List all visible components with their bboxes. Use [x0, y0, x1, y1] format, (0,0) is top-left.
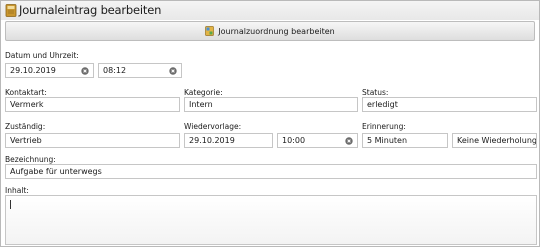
- category-label: Kategorie:: [184, 88, 223, 97]
- journal-assign-icon: [205, 26, 215, 36]
- edit-journal-assignment-label: Journalzuordnung bearbeiten: [218, 26, 335, 36]
- responsible-value: Vertrieb: [10, 136, 42, 145]
- followup-date-field[interactable]: 29.10.2019: [184, 133, 273, 148]
- designation-field[interactable]: Aufgabe für unterwegs: [5, 164, 537, 179]
- toolbar: Journalzuordnung bearbeiten: [5, 21, 535, 41]
- reminder-field[interactable]: 5 Minuten: [362, 133, 448, 148]
- title-bar: Journaleintrag bearbeiten: [1, 1, 539, 20]
- text-caret: [10, 200, 11, 209]
- date-value: 29.10.2019: [10, 66, 56, 75]
- content-textarea[interactable]: [5, 195, 537, 245]
- designation-value: Aufgabe für unterwegs: [10, 167, 102, 176]
- contact-type-value: Vermerk: [10, 100, 44, 109]
- clear-icon[interactable]: [169, 67, 177, 75]
- status-field[interactable]: erledigt: [362, 97, 537, 112]
- repeat-value: Keine Wiederholung: [457, 136, 537, 145]
- datetime-label: Datum und Uhrzeit:: [5, 51, 79, 60]
- designation-label: Bezeichnung:: [5, 155, 56, 164]
- time-field[interactable]: 08:12: [98, 63, 182, 78]
- followup-date-value: 29.10.2019: [189, 136, 235, 145]
- responsible-label: Zuständig:: [5, 122, 46, 131]
- time-value: 08:12: [103, 66, 127, 75]
- responsible-field[interactable]: Vertrieb: [5, 133, 180, 148]
- date-field[interactable]: 29.10.2019: [5, 63, 94, 78]
- clear-icon[interactable]: [81, 67, 89, 75]
- window-title: Journaleintrag bearbeiten: [19, 3, 162, 17]
- contact-type-field[interactable]: Vermerk: [5, 97, 180, 112]
- journal-book-icon: [5, 4, 17, 17]
- reminder-label: Erinnerung:: [362, 122, 406, 131]
- followup-time-value: 10:00: [282, 136, 306, 145]
- content-label: Inhalt:: [5, 186, 29, 195]
- contact-type-label: Kontaktart:: [5, 88, 47, 97]
- followup-label: Wiedervorlage:: [184, 122, 242, 131]
- followup-time-field[interactable]: 10:00: [277, 133, 358, 148]
- reminder-value: 5 Minuten: [367, 136, 408, 145]
- category-field[interactable]: Intern: [184, 97, 358, 112]
- journal-edit-window: Journaleintrag bearbeiten Journalzuordnu…: [0, 0, 540, 247]
- status-label: Status:: [362, 88, 389, 97]
- clear-icon[interactable]: [345, 137, 353, 145]
- repeat-field[interactable]: Keine Wiederholung: [452, 133, 537, 148]
- status-value: erledigt: [367, 100, 398, 109]
- edit-journal-assignment-button[interactable]: Journalzuordnung bearbeiten: [6, 22, 534, 40]
- category-value: Intern: [189, 100, 213, 109]
